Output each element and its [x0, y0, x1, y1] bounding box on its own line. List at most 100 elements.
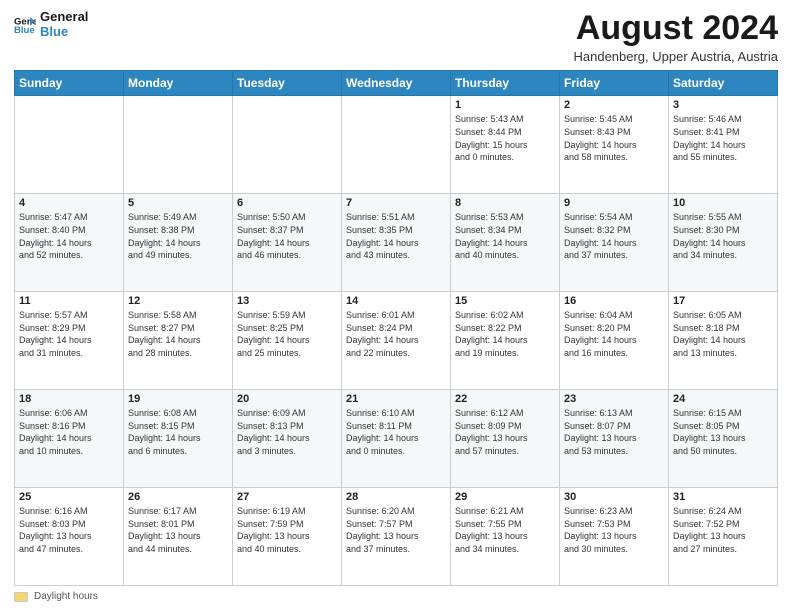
legend-label: Daylight hours [34, 591, 98, 602]
day-number: 10 [673, 197, 773, 209]
calendar-header-row: SundayMondayTuesdayWednesdayThursdayFrid… [15, 71, 778, 96]
calendar-day-header: Saturday [669, 71, 778, 96]
day-number: 22 [455, 393, 555, 405]
day-number: 18 [19, 393, 119, 405]
day-info: Sunrise: 6:24 AM Sunset: 7:52 PM Dayligh… [673, 505, 773, 555]
calendar-cell: 5Sunrise: 5:49 AM Sunset: 8:38 PM Daylig… [124, 194, 233, 292]
calendar-cell: 26Sunrise: 6:17 AM Sunset: 8:01 PM Dayli… [124, 488, 233, 586]
calendar-cell: 3 Sunrise: 5:46 AM Sunset: 8:41 PM Daylig… [669, 96, 778, 194]
calendar-day-header: Wednesday [342, 71, 451, 96]
day-number: 29 [455, 491, 555, 503]
logo-line1: General [40, 10, 88, 25]
day-number: 1 [455, 99, 555, 111]
calendar-cell: 27Sunrise: 6:19 AM Sunset: 7:59 PM Dayli… [233, 488, 342, 586]
calendar-cell [233, 96, 342, 194]
logo-line2: Blue [40, 25, 88, 40]
day-number: 9 [564, 197, 664, 209]
calendar-cell: 9 Sunrise: 5:54 AM Sunset: 8:32 PM Daylig… [560, 194, 669, 292]
day-info: Sunrise: 6:02 AM Sunset: 8:22 PM Dayligh… [455, 309, 555, 359]
page: General Blue General Blue August 2024 Ha… [0, 0, 792, 612]
calendar-cell: 7Sunrise: 5:51 AM Sunset: 8:35 PM Daylig… [342, 194, 451, 292]
day-info: Sunrise: 5:51 AM Sunset: 8:35 PM Dayligh… [346, 211, 446, 261]
day-number: 16 [564, 295, 664, 307]
day-number: 3 [673, 99, 773, 111]
calendar-cell: 6 Sunrise: 5:50 AM Sunset: 8:37 PM Daylig… [233, 194, 342, 292]
day-info: Sunrise: 5:58 AM Sunset: 8:27 PM Dayligh… [128, 309, 228, 359]
day-info: Sunrise: 6:19 AM Sunset: 7:59 PM Dayligh… [237, 505, 337, 555]
calendar-cell: 2 Sunrise: 5:45 AM Sunset: 8:43 PM Daylig… [560, 96, 669, 194]
calendar-day-header: Tuesday [233, 71, 342, 96]
day-number: 30 [564, 491, 664, 503]
day-info: Sunrise: 5:57 AM Sunset: 8:29 PM Dayligh… [19, 309, 119, 359]
day-number: 25 [19, 491, 119, 503]
calendar-cell: 8 Sunrise: 5:53 AM Sunset: 8:34 PM Daylig… [451, 194, 560, 292]
day-number: 17 [673, 295, 773, 307]
day-info: Sunrise: 6:10 AM Sunset: 8:11 PM Dayligh… [346, 407, 446, 457]
calendar-day-header: Friday [560, 71, 669, 96]
calendar-week-row: 11 Sunrise: 5:57 AM Sunset: 8:29 PM Dayli… [15, 292, 778, 390]
day-number: 23 [564, 393, 664, 405]
day-info: Sunrise: 6:06 AM Sunset: 8:16 PM Dayligh… [19, 407, 119, 457]
day-number: 21 [346, 393, 446, 405]
calendar-cell: 11 Sunrise: 5:57 AM Sunset: 8:29 PM Dayli… [15, 292, 124, 390]
day-number: 24 [673, 393, 773, 405]
calendar-cell: 22 Sunrise: 6:12 AM Sunset: 8:09 PM Dayli… [451, 390, 560, 488]
calendar-cell: 19 Sunrise: 6:08 AM Sunset: 8:15 PM Dayli… [124, 390, 233, 488]
calendar-cell: 20Sunrise: 6:09 AM Sunset: 8:13 PM Dayli… [233, 390, 342, 488]
calendar-cell: 13 Sunrise: 5:59 AM Sunset: 8:25 PM Dayli… [233, 292, 342, 390]
day-info: Sunrise: 6:23 AM Sunset: 7:53 PM Dayligh… [564, 505, 664, 555]
month-year: August 2024 [573, 10, 778, 47]
day-number: 6 [237, 197, 337, 209]
day-number: 26 [128, 491, 228, 503]
day-info: Sunrise: 6:16 AM Sunset: 8:03 PM Dayligh… [19, 505, 119, 555]
calendar-cell: 10 Sunrise: 5:55 AM Sunset: 8:30 PM Dayli… [669, 194, 778, 292]
day-info: Sunrise: 6:08 AM Sunset: 8:15 PM Dayligh… [128, 407, 228, 457]
day-info: Sunrise: 6:12 AM Sunset: 8:09 PM Dayligh… [455, 407, 555, 457]
day-info: Sunrise: 5:53 AM Sunset: 8:34 PM Dayligh… [455, 211, 555, 261]
day-number: 8 [455, 197, 555, 209]
calendar-cell: 12Sunrise: 5:58 AM Sunset: 8:27 PM Dayli… [124, 292, 233, 390]
day-info: Sunrise: 5:47 AM Sunset: 8:40 PM Dayligh… [19, 211, 119, 261]
calendar-cell: 25 Sunrise: 6:16 AM Sunset: 8:03 PM Dayli… [15, 488, 124, 586]
calendar-week-row: 1Sunrise: 5:43 AM Sunset: 8:44 PM Daylig… [15, 96, 778, 194]
day-number: 28 [346, 491, 446, 503]
day-info: Sunrise: 5:45 AM Sunset: 8:43 PM Dayligh… [564, 113, 664, 163]
day-info: Sunrise: 6:09 AM Sunset: 8:13 PM Dayligh… [237, 407, 337, 457]
calendar-cell: 17Sunrise: 6:05 AM Sunset: 8:18 PM Dayli… [669, 292, 778, 390]
calendar-day-header: Sunday [15, 71, 124, 96]
day-number: 4 [19, 197, 119, 209]
day-info: Sunrise: 5:59 AM Sunset: 8:25 PM Dayligh… [237, 309, 337, 359]
day-number: 13 [237, 295, 337, 307]
day-info: Sunrise: 6:04 AM Sunset: 8:20 PM Dayligh… [564, 309, 664, 359]
calendar-cell [342, 96, 451, 194]
calendar-cell: 16 Sunrise: 6:04 AM Sunset: 8:20 PM Dayli… [560, 292, 669, 390]
day-info: Sunrise: 6:15 AM Sunset: 8:05 PM Dayligh… [673, 407, 773, 457]
day-info: Sunrise: 5:46 AM Sunset: 8:41 PM Dayligh… [673, 113, 773, 163]
calendar-cell: 23 Sunrise: 6:13 AM Sunset: 8:07 PM Dayli… [560, 390, 669, 488]
day-number: 19 [128, 393, 228, 405]
location: Handenberg, Upper Austria, Austria [573, 49, 778, 64]
day-info: Sunrise: 5:55 AM Sunset: 8:30 PM Dayligh… [673, 211, 773, 261]
day-info: Sunrise: 6:13 AM Sunset: 8:07 PM Dayligh… [564, 407, 664, 457]
day-info: Sunrise: 5:50 AM Sunset: 8:37 PM Dayligh… [237, 211, 337, 261]
day-number: 15 [455, 295, 555, 307]
footer: Daylight hours [14, 591, 778, 602]
day-number: 2 [564, 99, 664, 111]
calendar-week-row: 18 Sunrise: 6:06 AM Sunset: 8:16 PM Dayli… [15, 390, 778, 488]
logo: General Blue General Blue [14, 10, 88, 40]
day-number: 11 [19, 295, 119, 307]
day-number: 5 [128, 197, 228, 209]
calendar-week-row: 25 Sunrise: 6:16 AM Sunset: 8:03 PM Dayli… [15, 488, 778, 586]
day-info: Sunrise: 5:54 AM Sunset: 8:32 PM Dayligh… [564, 211, 664, 261]
calendar-cell: 24 Sunrise: 6:15 AM Sunset: 8:05 PM Dayli… [669, 390, 778, 488]
calendar-cell: 29 Sunrise: 6:21 AM Sunset: 7:55 PM Dayli… [451, 488, 560, 586]
day-info: Sunrise: 6:21 AM Sunset: 7:55 PM Dayligh… [455, 505, 555, 555]
calendar-cell: 18 Sunrise: 6:06 AM Sunset: 8:16 PM Dayli… [15, 390, 124, 488]
calendar-week-row: 4 Sunrise: 5:47 AM Sunset: 8:40 PM Daylig… [15, 194, 778, 292]
title-block: August 2024 Handenberg, Upper Austria, A… [573, 10, 778, 64]
calendar-cell: 30 Sunrise: 6:23 AM Sunset: 7:53 PM Dayli… [560, 488, 669, 586]
calendar-cell [124, 96, 233, 194]
svg-text:Blue: Blue [14, 25, 35, 36]
day-info: Sunrise: 6:20 AM Sunset: 7:57 PM Dayligh… [346, 505, 446, 555]
day-number: 14 [346, 295, 446, 307]
